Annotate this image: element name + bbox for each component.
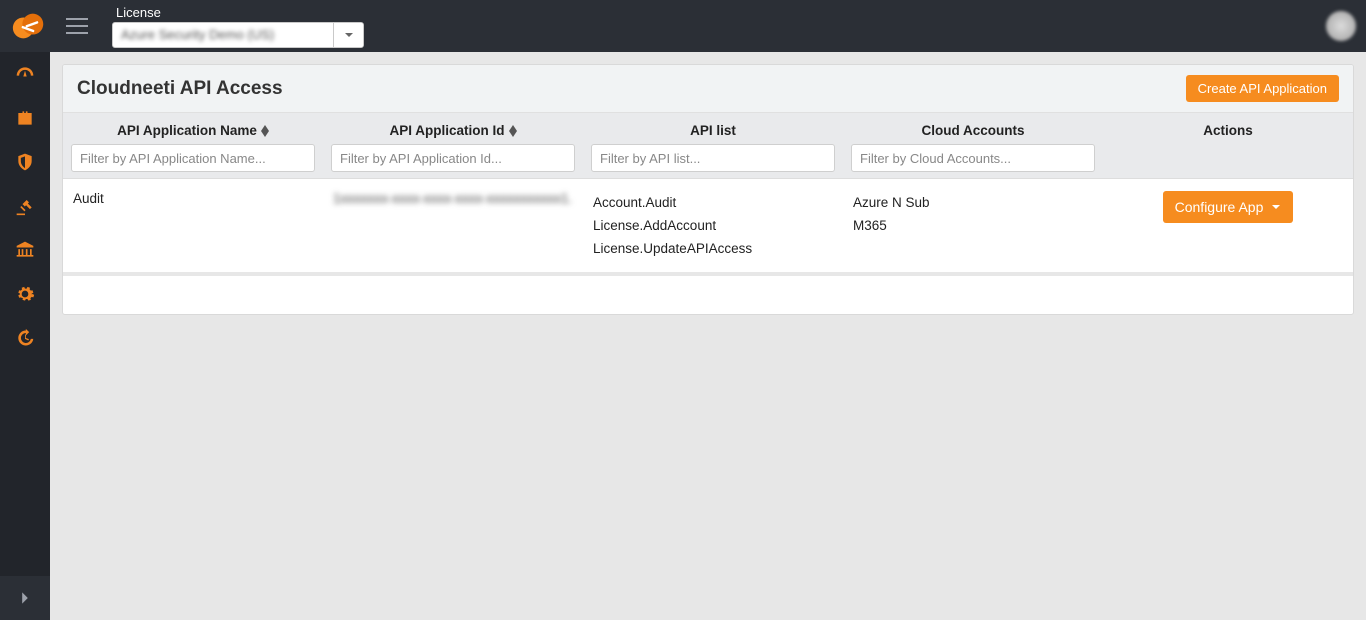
cell-name: Audit (63, 179, 323, 275)
speedometer-icon (15, 64, 35, 84)
license-select[interactable]: Azure Security Demo (US) (112, 22, 364, 48)
col-header-clouds: Cloud Accounts (843, 113, 1103, 179)
user-avatar[interactable] (1326, 11, 1356, 41)
shield-icon (15, 152, 35, 172)
configure-app-label: Configure App (1175, 199, 1264, 215)
cloud-list-item: Azure N Sub (853, 191, 1093, 214)
cell-id-value: 1xxxxxxx-xxxx-xxxx-xxxx-xxxxxxxxxxx1... (333, 191, 573, 206)
institution-icon (15, 240, 35, 260)
api-list-item: Account.Audit (593, 191, 833, 214)
col-header-name-label: API Application Name (117, 123, 257, 138)
col-header-actions: Actions (1103, 113, 1353, 179)
sort-icon (509, 125, 517, 137)
col-header-actions-label: Actions (1203, 123, 1253, 138)
col-header-id[interactable]: API Application Id (323, 113, 583, 179)
sidebar-item-shield[interactable] (0, 140, 50, 184)
cell-id: 1xxxxxxx-xxxx-xxxx-xxxx-xxxxxxxxxxx1... (323, 179, 583, 275)
card-header: Cloudneeti API Access Create API Applica… (63, 65, 1353, 113)
license-selected-value: Azure Security Demo (US) (113, 23, 333, 47)
hamburger-menu-icon[interactable] (66, 13, 92, 39)
col-header-clouds-label: Cloud Accounts (922, 123, 1025, 138)
col-header-apis-label: API list (690, 123, 736, 138)
briefcase-icon (15, 108, 35, 128)
sort-icon (261, 125, 269, 137)
cell-apis: Account.Audit License.AddAccount License… (583, 179, 843, 275)
api-access-card: Cloudneeti API Access Create API Applica… (62, 64, 1354, 315)
chevron-down-icon (333, 23, 363, 47)
filter-cloud-input[interactable] (851, 144, 1095, 172)
license-label: License (112, 5, 364, 20)
configure-app-button[interactable]: Configure App (1163, 191, 1294, 223)
cell-clouds: Azure N Sub M365 (843, 179, 1103, 275)
sidebar-item-institution[interactable] (0, 228, 50, 272)
chevron-right-icon (18, 591, 32, 605)
sidebar (0, 52, 50, 620)
api-list-item: License.AddAccount (593, 214, 833, 237)
main-content: Cloudneeti API Access Create API Applica… (50, 52, 1366, 620)
sidebar-item-dashboard[interactable] (0, 52, 50, 96)
col-header-id-label: API Application Id (389, 123, 504, 138)
col-header-apis: API list (583, 113, 843, 179)
sidebar-item-history[interactable] (0, 316, 50, 360)
caret-down-icon (1271, 202, 1281, 212)
filter-name-input[interactable] (71, 144, 315, 172)
cloud-list-item: M365 (853, 214, 1093, 237)
sidebar-item-briefcase[interactable] (0, 96, 50, 140)
app-logo (10, 7, 48, 45)
license-selector-area: License Azure Security Demo (US) (112, 5, 364, 48)
create-api-application-button[interactable]: Create API Application (1186, 75, 1339, 102)
sidebar-collapse-toggle[interactable] (0, 576, 50, 620)
api-list-item: License.UpdateAPIAccess (593, 237, 833, 260)
api-access-table: API Application Name API Application Id (63, 113, 1353, 314)
gear-icon (15, 284, 35, 304)
sidebar-item-settings[interactable] (0, 272, 50, 316)
filter-id-input[interactable] (331, 144, 575, 172)
gavel-icon (15, 196, 35, 216)
col-header-name[interactable]: API Application Name (63, 113, 323, 179)
topbar: License Azure Security Demo (US) (0, 0, 1366, 52)
sidebar-item-gavel[interactable] (0, 184, 50, 228)
page-title: Cloudneeti API Access (77, 78, 283, 100)
table-footer-spacer (63, 274, 1353, 314)
table-row: Audit 1xxxxxxx-xxxx-xxxx-xxxx-xxxxxxxxxx… (63, 179, 1353, 275)
history-icon (15, 328, 35, 348)
cell-actions: Configure App (1103, 179, 1353, 275)
filter-api-input[interactable] (591, 144, 835, 172)
